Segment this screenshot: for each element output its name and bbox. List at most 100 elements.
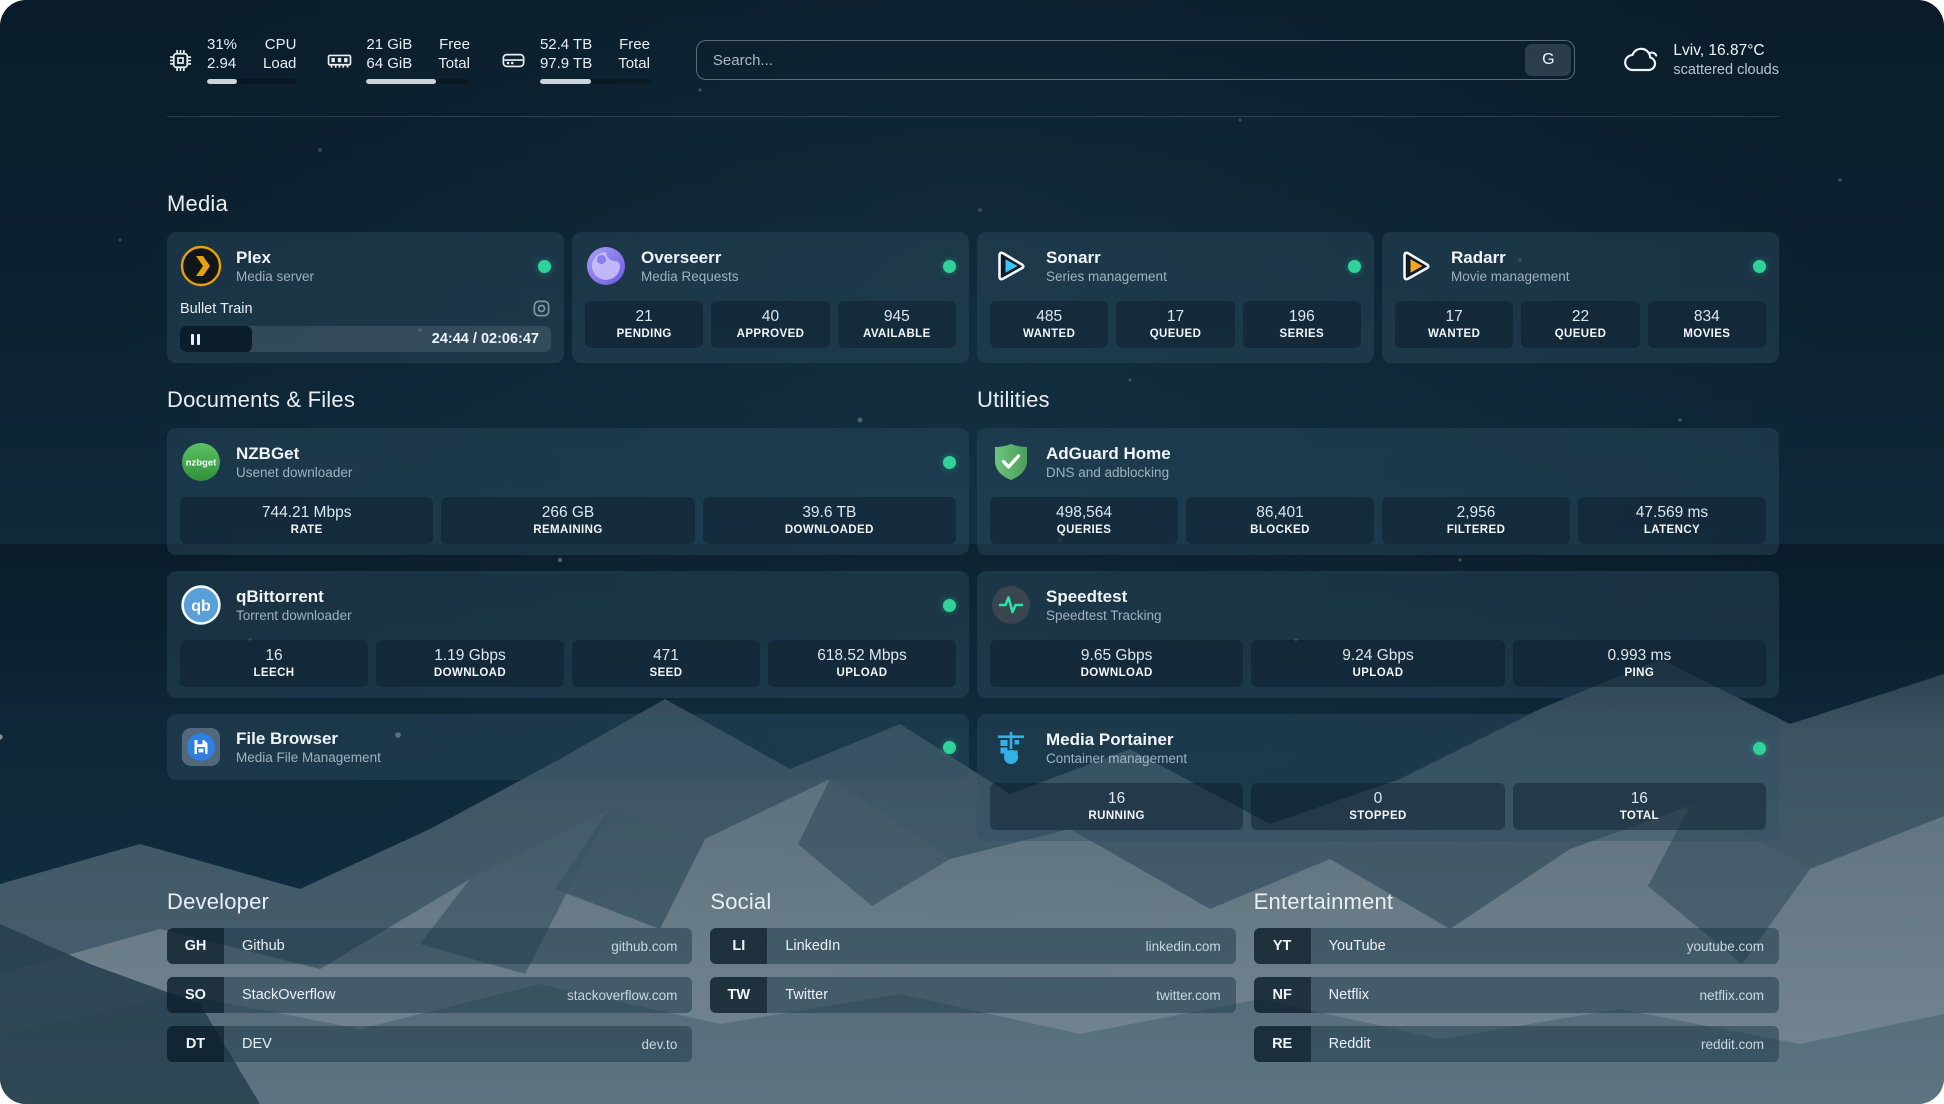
sonarr-status-dot xyxy=(1348,260,1361,273)
cpu-progress-bar xyxy=(207,79,296,84)
qbittorrent-header: qb qBittorrent Torrent downloader xyxy=(180,582,956,628)
memory-free-value: 21 GiB xyxy=(366,36,412,54)
portainer-status-dot xyxy=(1753,742,1766,755)
search-bar[interactable]: G xyxy=(696,40,1576,80)
bookmark-abbr: TW xyxy=(710,977,767,1013)
svg-text:nzbget: nzbget xyxy=(186,458,217,469)
service-card-overseerr[interactable]: Overseerr Media Requests 21PENDING 40APP… xyxy=(572,232,969,363)
memory-total-label: Total xyxy=(438,55,470,73)
playback-progress-bar: 24:44 / 02:06:47 xyxy=(180,326,551,352)
bookmark-url: reddit.com xyxy=(1701,1026,1779,1062)
portainer-header: Media Portainer Container management xyxy=(990,725,1766,771)
stat-pending: 21PENDING xyxy=(585,301,703,348)
radarr-subtitle: Movie management xyxy=(1451,268,1570,285)
qbittorrent-icon: qb xyxy=(180,584,222,626)
bookmark-url: github.com xyxy=(611,928,692,964)
bookmark-name: Github xyxy=(224,928,285,964)
bookmark-name: StackOverflow xyxy=(224,977,335,1013)
stat-queries: 498,564QUERIES xyxy=(990,497,1178,544)
nzbget-title: NZBGet xyxy=(236,443,352,464)
bookmark-stackoverflow[interactable]: SO StackOverflow stackoverflow.com xyxy=(167,977,692,1013)
search-provider-button[interactable]: G xyxy=(1525,44,1571,76)
section-title-documents: Documents & Files xyxy=(167,387,969,413)
section-title-utilities: Utilities xyxy=(977,387,1779,413)
stat-blocked: 86,401BLOCKED xyxy=(1186,497,1374,544)
memory-icon xyxy=(326,47,353,74)
sonarr-icon xyxy=(990,245,1032,287)
plex-icon xyxy=(180,245,222,287)
speedtest-subtitle: Speedtest Tracking xyxy=(1046,607,1162,624)
stat-approved: 40APPROVED xyxy=(711,301,829,348)
service-card-qbittorrent[interactable]: qb qBittorrent Torrent downloader 16LEEC… xyxy=(167,571,969,698)
weather-location-temp: Lviv, 16.87°C xyxy=(1673,41,1779,61)
bookmark-reddit[interactable]: RE Reddit reddit.com xyxy=(1254,1026,1779,1062)
service-card-adguard[interactable]: AdGuard Home DNS and adblocking 498,564Q… xyxy=(977,428,1779,555)
cpu-percent: 31% xyxy=(207,36,237,54)
filebrowser-status-dot xyxy=(943,741,956,754)
bookmark-url: dev.to xyxy=(642,1026,693,1062)
stat-download: 9.65 GbpsDOWNLOAD xyxy=(990,640,1243,687)
qbittorrent-subtitle: Torrent downloader xyxy=(236,607,352,624)
bookmark-github[interactable]: GH Github github.com xyxy=(167,928,692,964)
bookmark-twitter[interactable]: TW Twitter twitter.com xyxy=(710,977,1235,1013)
service-card-filebrowser[interactable]: File Browser Media File Management xyxy=(167,714,969,780)
stat-latency: 47.569 msLATENCY xyxy=(1578,497,1766,544)
adguard-title: AdGuard Home xyxy=(1046,443,1171,464)
disk-free-value: 52.4 TB xyxy=(540,36,592,54)
stat-wanted: 485WANTED xyxy=(990,301,1108,348)
nzbget-stats: 744.21 MbpsRATE 266 GBREMAINING 39.6 TBD… xyxy=(180,497,956,544)
service-card-sonarr[interactable]: Sonarr Series management 485WANTED 17QUE… xyxy=(977,232,1374,363)
stat-remaining: 266 GBREMAINING xyxy=(441,497,694,544)
service-card-portainer[interactable]: Media Portainer Container management 16R… xyxy=(977,714,1779,841)
service-card-radarr[interactable]: Radarr Movie management 17WANTED 22QUEUE… xyxy=(1382,232,1779,363)
adguard-subtitle: DNS and adblocking xyxy=(1046,464,1171,481)
bookmark-netflix[interactable]: NF Netflix netflix.com xyxy=(1254,977,1779,1013)
disk-icon xyxy=(500,47,527,74)
memory-progress-bar xyxy=(366,79,470,84)
plex-now-playing: Bullet Train 24:44 / 02:06:47 xyxy=(180,299,551,352)
sonarr-subtitle: Series management xyxy=(1046,268,1167,285)
topbar-divider xyxy=(167,116,1779,117)
bookmark-linkedin[interactable]: LI LinkedIn linkedin.com xyxy=(710,928,1235,964)
bookmarks-social: Social LI LinkedIn linkedin.com TW Twitt… xyxy=(710,889,1235,1075)
bookmark-url: netflix.com xyxy=(1699,977,1779,1013)
stat-movies: 834MOVIES xyxy=(1648,301,1766,348)
weather-widget: Lviv, 16.87°C scattered clouds xyxy=(1621,41,1779,79)
service-card-nzbget[interactable]: nzbget NZBGet Usenet downloader 744.21 M… xyxy=(167,428,969,555)
filebrowser-header: File Browser Media File Management xyxy=(180,724,956,770)
radarr-icon xyxy=(1395,245,1437,287)
radarr-header: Radarr Movie management xyxy=(1395,243,1766,289)
memory-total-value: 64 GiB xyxy=(366,55,412,73)
bookmark-abbr: LI xyxy=(710,928,767,964)
qbittorrent-status-dot xyxy=(943,599,956,612)
speedtest-title: Speedtest xyxy=(1046,586,1162,607)
stat-queued: 22QUEUED xyxy=(1521,301,1639,348)
bookmark-name: YouTube xyxy=(1311,928,1386,964)
search-input[interactable] xyxy=(697,41,1575,79)
utilities-column: Utilities AdGuard Home DNS and adblockin… xyxy=(977,387,1779,841)
bookmark-url: twitter.com xyxy=(1156,977,1236,1013)
nzbget-header: nzbget NZBGet Usenet downloader xyxy=(180,439,956,485)
disk-total-value: 97.9 TB xyxy=(540,55,592,73)
bookmark-abbr: DT xyxy=(167,1026,224,1062)
disk-widget: 52.4 TB Free 97.9 TB Total xyxy=(500,36,650,84)
top-bar: 31% CPU 2.94 Load 21 GiB Free 64 GiB xyxy=(167,34,1779,86)
adguard-stats: 498,564QUERIES 86,401BLOCKED 2,956FILTER… xyxy=(990,497,1766,544)
stat-downloaded: 39.6 TBDOWNLOADED xyxy=(703,497,956,544)
radarr-title: Radarr xyxy=(1451,247,1570,268)
memory-free-label: Free xyxy=(438,36,470,54)
disk-total-label: Total xyxy=(618,55,650,73)
nzbget-subtitle: Usenet downloader xyxy=(236,464,352,481)
service-card-plex[interactable]: Plex Media server Bullet Train xyxy=(167,232,564,363)
stat-available: 945AVAILABLE xyxy=(838,301,956,348)
svg-text:qb: qb xyxy=(191,598,211,615)
now-playing-title: Bullet Train xyxy=(180,301,253,317)
bookmarks-developer: Developer GH Github github.com SO StackO… xyxy=(167,889,692,1075)
bookmark-youtube[interactable]: YT YouTube youtube.com xyxy=(1254,928,1779,964)
portainer-stats: 16RUNNING 0STOPPED 16TOTAL xyxy=(990,783,1766,830)
bookmark-dev[interactable]: DT DEV dev.to xyxy=(167,1026,692,1062)
portainer-icon xyxy=(990,727,1032,769)
nzbget-status-dot xyxy=(943,456,956,469)
service-card-speedtest[interactable]: Speedtest Speedtest Tracking 9.65 GbpsDO… xyxy=(977,571,1779,698)
overseerr-stats: 21PENDING 40APPROVED 945AVAILABLE xyxy=(585,301,956,348)
